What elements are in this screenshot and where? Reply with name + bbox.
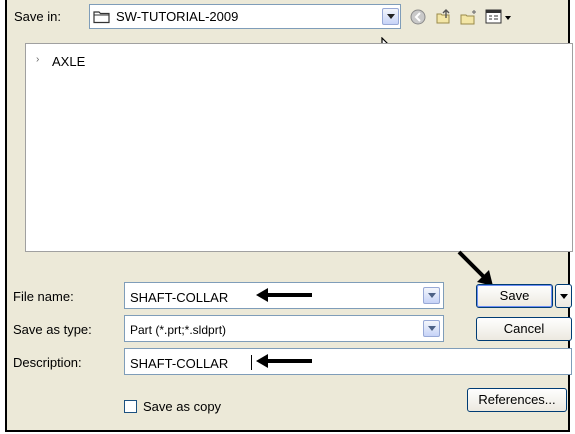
folder-icon: [93, 9, 111, 24]
save-options-button[interactable]: [555, 284, 572, 308]
file-name-label: File name:: [13, 289, 74, 304]
description-field[interactable]: SHAFT-COLLAR: [124, 348, 572, 375]
save-as-type-combo[interactable]: Part (*.prt;*.sldprt): [124, 315, 444, 342]
save-in-value: SW-TUTORIAL-2009: [116, 9, 239, 24]
save-as-dialog: Save in: SW-TUTORIAL-2009 › AXLE File na…: [5, 0, 573, 432]
save-button[interactable]: Save: [476, 284, 553, 308]
list-item-label: AXLE: [52, 54, 86, 69]
save-in-dropdown-button[interactable]: [382, 8, 399, 25]
save-as-type-label: Save as type:: [13, 322, 92, 337]
up-folder-icon[interactable]: [434, 8, 454, 26]
description-label: Description:: [13, 355, 82, 370]
new-folder-icon[interactable]: [459, 8, 479, 26]
save-as-copy-label: Save as copy: [143, 399, 222, 414]
back-icon[interactable]: [409, 8, 429, 26]
text-cursor: [251, 355, 252, 370]
annotation-arrow-icon: [455, 248, 497, 288]
annotation-arrow-icon: [254, 287, 314, 303]
file-name-value: SHAFT-COLLAR: [130, 290, 229, 305]
file-list[interactable]: › AXLE: [25, 43, 573, 252]
save-as-copy-checkbox[interactable]: [124, 400, 137, 413]
description-value: SHAFT-COLLAR: [130, 356, 229, 371]
save-as-type-dropdown-button[interactable]: [423, 320, 440, 337]
file-name-dropdown-button[interactable]: [423, 287, 440, 304]
save-in-label: Save in:: [14, 9, 61, 24]
part-file-icon: ›: [36, 54, 40, 65]
cancel-button[interactable]: Cancel: [476, 317, 572, 341]
references-button[interactable]: References...: [467, 388, 567, 412]
save-in-combo[interactable]: SW-TUTORIAL-2009: [89, 4, 401, 29]
annotation-arrow-icon: [254, 353, 314, 369]
views-menu-icon[interactable]: [485, 8, 511, 26]
save-as-type-value: Part (*.prt;*.sldprt): [130, 323, 227, 337]
